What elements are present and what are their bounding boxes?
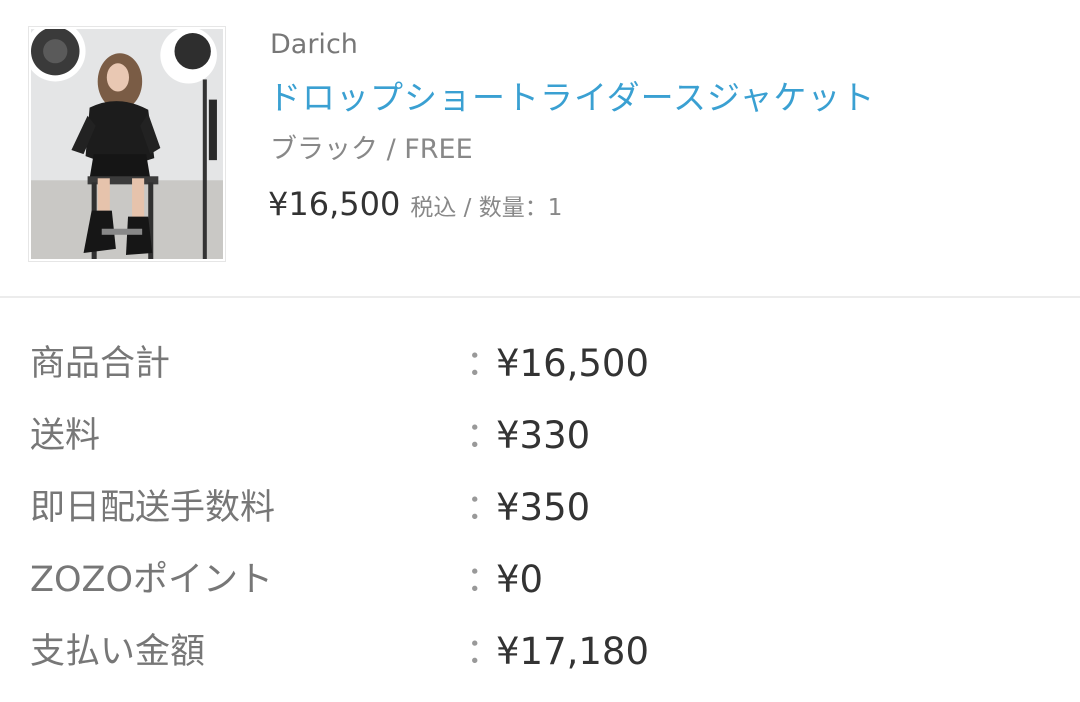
price-meta: 税込 / 数量：1 bbox=[410, 195, 563, 221]
summary-label: 送料 bbox=[30, 416, 101, 456]
summary-value: ¥17,180 bbox=[496, 630, 650, 673]
product-photo bbox=[31, 29, 223, 259]
summary-label: 支払い金額 bbox=[30, 632, 206, 672]
product-price: ¥16,500 bbox=[268, 185, 401, 223]
summary-row-sameday-fee: 即日配送手数料 ： ¥350 bbox=[0, 478, 1080, 534]
product-thumbnail[interactable] bbox=[28, 26, 226, 262]
summary-row-points: ZOZOポイント ： ¥0 bbox=[0, 550, 1080, 606]
summary-label: 即日配送手数料 bbox=[30, 488, 276, 528]
product-name-link[interactable]: ドロップショートライダースジャケット bbox=[268, 76, 875, 120]
order-item: Darich ドロップショートライダースジャケット ブラック / FREE ¥1… bbox=[0, 0, 1080, 297]
price-row: ¥16,500 税込 / 数量：1 bbox=[268, 184, 562, 230]
summary-value: ¥330 bbox=[496, 414, 591, 457]
summary-label: 商品合計 bbox=[30, 344, 171, 384]
summary-value: ¥350 bbox=[496, 486, 591, 529]
divider bbox=[0, 296, 1080, 298]
summary-value: ¥16,500 bbox=[496, 342, 650, 385]
summary-row-shipping: 送料 ： ¥330 bbox=[0, 406, 1080, 462]
summary-row-total: 支払い金額 ： ¥17,180 bbox=[0, 622, 1080, 678]
summary-label: ZOZOポイント bbox=[30, 560, 274, 600]
summary-value: ¥0 bbox=[496, 558, 544, 601]
summary-row-subtotal: 商品合計 ： ¥16,500 bbox=[0, 334, 1080, 390]
product-variant: ブラック / FREE bbox=[270, 134, 473, 165]
brand-name: Darich bbox=[270, 29, 358, 60]
